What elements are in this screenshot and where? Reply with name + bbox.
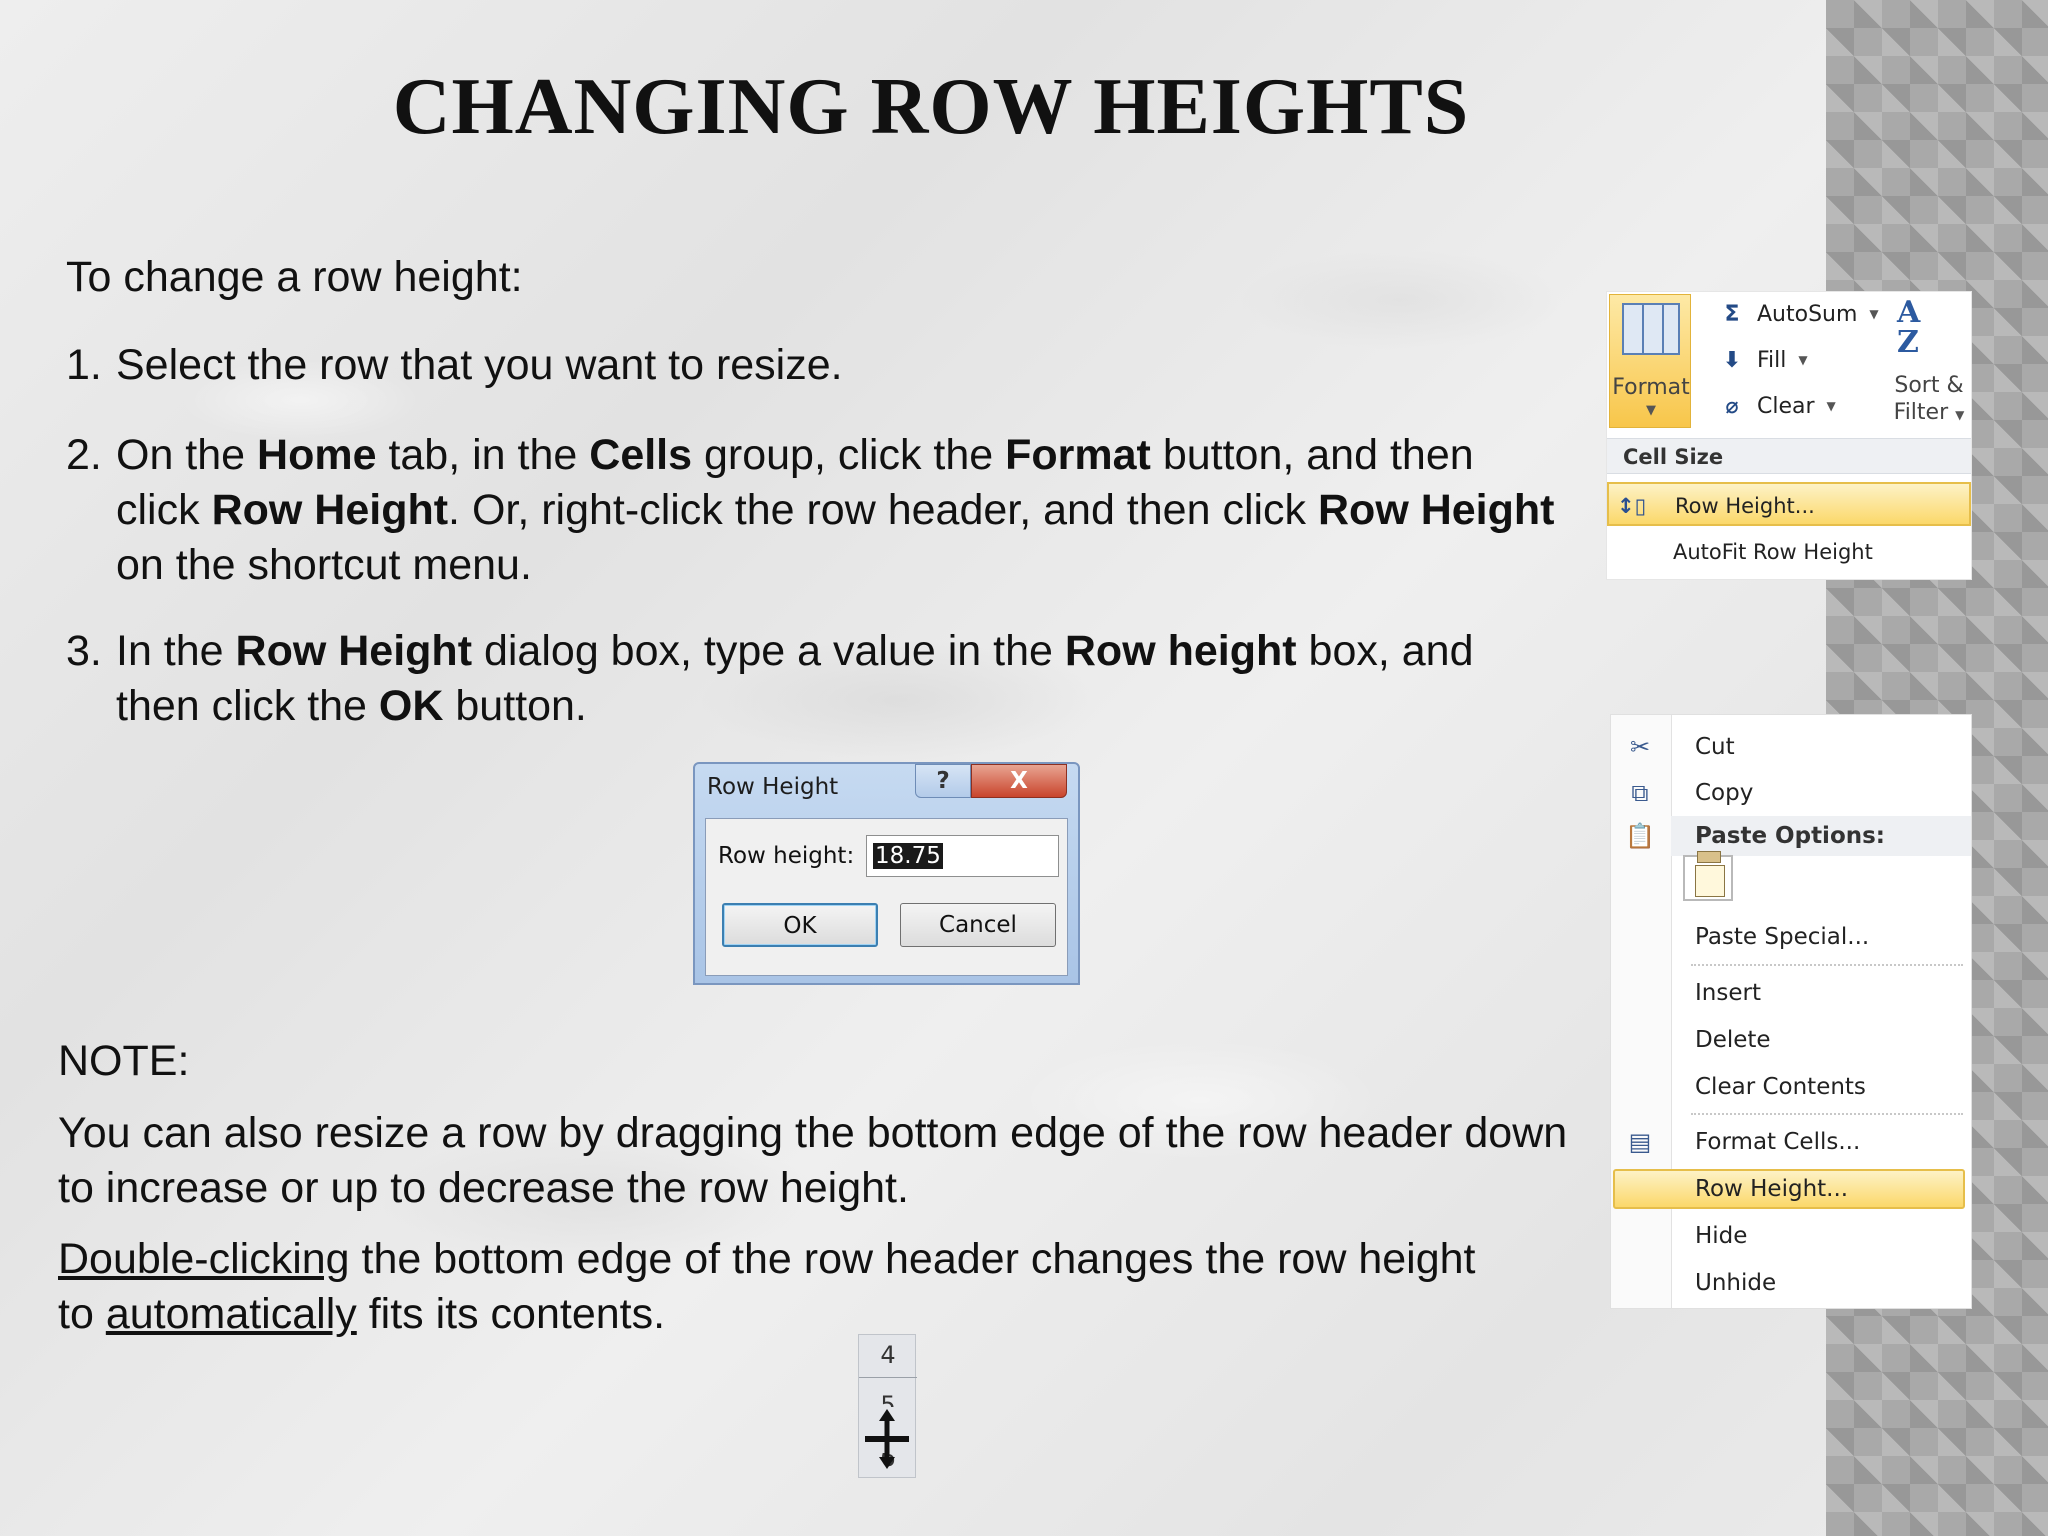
row-height-label: Row height: <box>718 843 855 869</box>
row-resize-cursor-icon <box>865 1409 909 1469</box>
paste-options-header: Paste Options: <box>1671 816 1971 856</box>
row-height-icon: ↕▯ <box>1617 494 1647 518</box>
menu-item-copy[interactable]: ⧉ Copy <box>1611 773 1971 813</box>
clear-button[interactable]: ⌀ Clear ▼ <box>1719 390 1836 422</box>
autosum-label: AutoSum <box>1757 301 1858 327</box>
cancel-button[interactable]: Cancel <box>900 903 1056 947</box>
eraser-icon: ⌀ <box>1725 393 1739 419</box>
menu-item-autofit-row-height[interactable]: AutoFit Row Height <box>1607 530 1971 574</box>
fill-down-icon: ⬇ <box>1722 347 1742 373</box>
paste-option-button[interactable] <box>1683 851 1733 901</box>
dropdown-caret-icon: ▼ <box>1646 403 1656 418</box>
menu-separator <box>1691 964 1963 966</box>
menu-item-hide[interactable]: Hide <box>1611 1216 1971 1256</box>
step-1: 1. Select the row that you want to resiz… <box>66 338 1566 393</box>
step-2: 2. On the Home tab, in the Cells group, … <box>66 428 1566 593</box>
menu-item-insert[interactable]: Insert <box>1611 973 1971 1013</box>
dialog-body: Row height: 18.75 OK Cancel <box>705 818 1068 976</box>
menu-item-delete[interactable]: Delete <box>1611 1020 1971 1060</box>
dialog-title: Row Height <box>707 774 839 800</box>
note-label: NOTE: <box>58 1037 190 1085</box>
menu-item-row-height[interactable]: ↕▯ Row Height... <box>1607 482 1971 526</box>
menu-item-label: AutoFit Row Height <box>1673 540 1873 564</box>
row-context-menu: ✂ Cut ⧉ Copy Paste Options: 📋 Paste Spec… <box>1611 715 1971 1308</box>
format-cells-icon: ▤ <box>1628 1128 1652 1156</box>
dropdown-caret-icon: ▼ <box>1869 307 1879 321</box>
sort-filter-button[interactable]: Sort & Filter ▼ <box>1887 372 1971 429</box>
dropdown-caret-icon: ▼ <box>1798 353 1808 367</box>
dropdown-caret-icon: ▼ <box>1826 399 1836 413</box>
close-icon: X <box>1010 768 1028 794</box>
copy-icon: ⧉ <box>1631 779 1649 807</box>
row-number: 4 <box>880 1341 896 1369</box>
row-height-value: 18.75 <box>873 843 943 869</box>
sigma-icon: Σ <box>1724 301 1740 327</box>
row-height-dialog: Row Height ? X Row height: 18.75 OK Canc… <box>693 762 1080 985</box>
help-button[interactable]: ? <box>915 764 971 798</box>
step-number: 2. <box>66 431 102 479</box>
step-number: 1. <box>66 341 102 389</box>
fill-label: Fill <box>1757 347 1787 373</box>
menu-item-unhide[interactable]: Unhide <box>1611 1263 1971 1303</box>
clear-label: Clear <box>1757 393 1815 419</box>
ok-button[interactable]: OK <box>722 903 878 947</box>
clipboard-icon: 📋 <box>1625 822 1655 850</box>
menu-item-paste-special[interactable]: Paste Special... <box>1611 917 1971 957</box>
menu-item-row-height[interactable]: Row Height... <box>1611 1169 1971 1209</box>
clip-icon <box>1697 851 1721 863</box>
format-button-label: Format <box>1612 375 1690 400</box>
paste-sheet-icon <box>1695 865 1725 897</box>
menu-separator <box>1691 1113 1963 1115</box>
note-paragraph-1: You can also resize a row by dragging th… <box>58 1109 1568 1212</box>
help-icon: ? <box>936 768 950 794</box>
fill-button[interactable]: ⬇ Fill ▼ <box>1719 344 1808 376</box>
menu-item-clear-contents[interactable]: Clear Contents <box>1611 1067 1971 1107</box>
menu-item-label: Row Height... <box>1675 494 1815 518</box>
format-button[interactable]: Format ▼ <box>1609 294 1691 428</box>
menu-item-cut[interactable]: ✂ Cut <box>1611 727 1971 767</box>
step-text: In the Row Height dialog box, type a val… <box>116 627 1474 730</box>
sort-filter-icon: AZ <box>1897 295 1921 360</box>
menu-item-format-cells[interactable]: ▤ Format Cells... <box>1611 1122 1971 1162</box>
scissors-icon: ✂ <box>1629 733 1651 761</box>
format-cells-icon <box>1622 303 1680 355</box>
sort-label-line-2: Filter ▼ <box>1893 400 1965 425</box>
row-height-input[interactable]: 18.75 <box>866 835 1059 877</box>
cell-size-header: Cell Size <box>1607 438 1971 474</box>
row-header-snippet: 4 5 6 <box>858 1334 917 1478</box>
row-number: 5 <box>880 1391 896 1407</box>
ribbon-cells-snippet: Format ▼ Σ AutoSum ▼ ⬇ Fill ▼ ⌀ Clear ▼ … <box>1607 292 1971 579</box>
autosum-button[interactable]: Σ AutoSum ▼ <box>1719 298 1879 330</box>
note-paragraph-2: Double-clicking the bottom edge of the r… <box>58 1235 1476 1338</box>
step-text: Select the row that you want to resize. <box>116 341 843 389</box>
step-3: 3. In the Row Height dialog box, type a … <box>66 624 1566 734</box>
slide-title: CHANGING ROW HEIGHTS <box>392 63 1470 151</box>
sort-label-line-1: Sort & <box>1894 373 1964 398</box>
intro-text: To change a row height: <box>66 253 523 301</box>
step-number: 3. <box>66 627 102 675</box>
close-button[interactable]: X <box>971 764 1067 798</box>
row-boundary[interactable] <box>859 1377 917 1378</box>
step-text: On the Home tab, in the Cells group, cli… <box>116 431 1555 589</box>
